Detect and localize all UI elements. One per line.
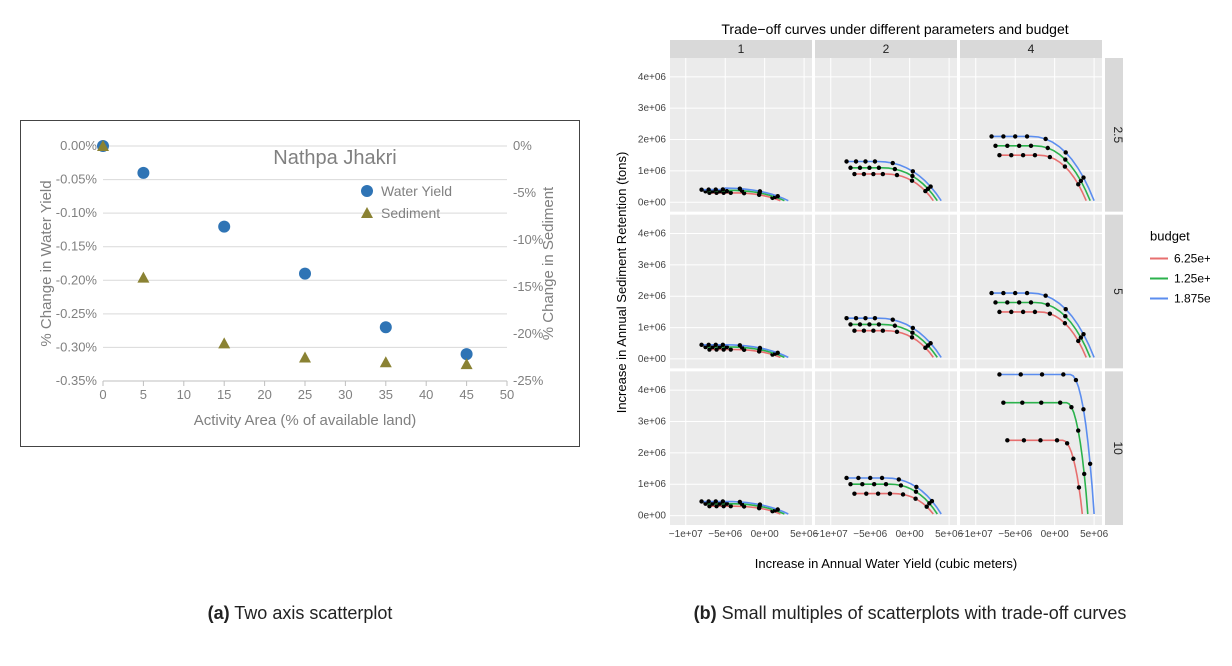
svg-text:1.875e+09: 1.875e+09: [1174, 292, 1210, 306]
svg-text:−5e+06: −5e+06: [708, 529, 742, 540]
svg-text:2e+06: 2e+06: [638, 135, 667, 146]
svg-text:1e+06: 1e+06: [638, 166, 667, 177]
svg-text:4e+06: 4e+06: [638, 72, 667, 83]
svg-text:−5e+06: −5e+06: [998, 529, 1032, 540]
svg-text:-0.25%: -0.25%: [56, 306, 98, 321]
svg-text:3e+06: 3e+06: [638, 103, 667, 114]
caption-a-text: Two axis scatterplot: [230, 603, 393, 623]
svg-text:-0.30%: -0.30%: [56, 339, 98, 354]
caption-b-text: Small multiples of scatterplots with tra…: [717, 603, 1127, 623]
svg-text:-0.10%: -0.10%: [56, 205, 98, 220]
svg-text:25: 25: [298, 387, 312, 402]
svg-text:0e+00: 0e+00: [638, 511, 667, 522]
chart-b-svg: Trade−off curves under different paramet…: [610, 20, 1210, 580]
caption-b: (b) Small multiples of scatterplots with…: [610, 603, 1210, 624]
svg-text:0e+00: 0e+00: [751, 529, 780, 540]
svg-text:Increase in Annual Sediment Re: Increase in Annual Sediment Retention (t…: [614, 152, 629, 414]
svg-text:−5e+06: −5e+06: [853, 529, 887, 540]
svg-text:2: 2: [883, 42, 890, 56]
svg-text:2e+06: 2e+06: [638, 291, 667, 302]
svg-text:3e+06: 3e+06: [638, 417, 667, 428]
svg-text:4: 4: [1028, 42, 1035, 56]
svg-text:−1e+07: −1e+07: [814, 529, 848, 540]
svg-text:4e+06: 4e+06: [638, 228, 667, 239]
svg-text:Trade−off curves under differe: Trade−off curves under different paramet…: [721, 21, 1068, 37]
svg-text:-0.20%: -0.20%: [56, 272, 98, 287]
svg-text:−1e+07: −1e+07: [669, 529, 703, 540]
svg-text:-0.05%: -0.05%: [56, 172, 98, 187]
panel-a: 0 5 10 15 20 25 30 35 40 45 50 -0.35% -0.30% -0.25% -0…: [20, 120, 580, 447]
figure-row: 05101520253035404550-0.35%-0.30%-0.25%-0…: [20, 20, 1212, 585]
svg-text:0.00%: 0.00%: [60, 138, 97, 153]
svg-text:0: 0: [99, 387, 106, 402]
svg-text:5: 5: [140, 387, 147, 402]
svg-text:4e+06: 4e+06: [638, 385, 667, 396]
svg-text:10: 10: [177, 387, 191, 402]
svg-text:30: 30: [338, 387, 352, 402]
svg-text:0e+00: 0e+00: [638, 197, 667, 208]
caption-b-bold: (b): [694, 603, 717, 623]
svg-text:2e+06: 2e+06: [638, 448, 667, 459]
panel-b: Trade−off curves under different paramet…: [610, 20, 1210, 585]
svg-text:Activity Area (% of available: Activity Area (% of available land): [194, 412, 417, 429]
caption-a-bold: (a): [208, 603, 230, 623]
caption-a: (a) Two axis scatterplot: [20, 603, 580, 624]
captions-row: (a) Two axis scatterplot (b) Small multi…: [20, 603, 1212, 624]
svg-text:5e+06: 5e+06: [1080, 529, 1109, 540]
svg-text:2.5: 2.5: [1111, 126, 1125, 143]
svg-text:Water Yield: Water Yield: [381, 183, 452, 199]
svg-text:Sediment: Sediment: [381, 205, 440, 221]
svg-text:0e+00: 0e+00: [638, 354, 667, 365]
panel-a-box: 0 5 10 15 20 25 30 35 40 45 50 -0.35% -0.30% -0.25% -0…: [20, 120, 580, 447]
svg-text:budget: budget: [1150, 229, 1190, 244]
svg-text:40: 40: [419, 387, 433, 402]
svg-text:3e+06: 3e+06: [638, 260, 667, 271]
svg-text:1.25e+09: 1.25e+09: [1174, 272, 1210, 286]
svg-text:1e+06: 1e+06: [638, 323, 667, 334]
svg-text:1: 1: [738, 42, 745, 56]
svg-text:35: 35: [379, 387, 393, 402]
svg-text:Nathpa Jhakri: Nathpa Jhakri: [273, 147, 396, 169]
svg-text:0e+00: 0e+00: [1041, 529, 1070, 540]
svg-text:-0.15%: -0.15%: [56, 239, 98, 254]
svg-text:-0.35%: -0.35%: [56, 373, 98, 388]
svg-text:Increase in Annual Water Yield: Increase in Annual Water Yield (cubic me…: [755, 556, 1018, 571]
svg-text:% Change in Water Yield: % Change in Water Yield: [38, 180, 55, 346]
svg-text:45: 45: [459, 387, 473, 402]
svg-text:-25%: -25%: [513, 373, 544, 388]
svg-text:% Change in Sediment: % Change in Sediment: [540, 186, 557, 340]
svg-text:0e+00: 0e+00: [896, 529, 925, 540]
svg-text:50: 50: [500, 387, 514, 402]
svg-text:−1e+07: −1e+07: [959, 529, 993, 540]
svg-text:0%: 0%: [513, 138, 532, 153]
svg-text:-5%: -5%: [513, 185, 537, 200]
svg-text:10: 10: [1111, 441, 1125, 455]
svg-text:20: 20: [257, 387, 271, 402]
svg-text:6.25e+08: 6.25e+08: [1174, 252, 1210, 266]
svg-text:1e+06: 1e+06: [638, 479, 667, 490]
svg-text:5: 5: [1111, 288, 1125, 295]
chart-a-svg: 0 5 10 15 20 25 30 35 40 45 50 -0.35% -0.30% -0.25% -0…: [33, 131, 567, 431]
svg-text:15: 15: [217, 387, 231, 402]
